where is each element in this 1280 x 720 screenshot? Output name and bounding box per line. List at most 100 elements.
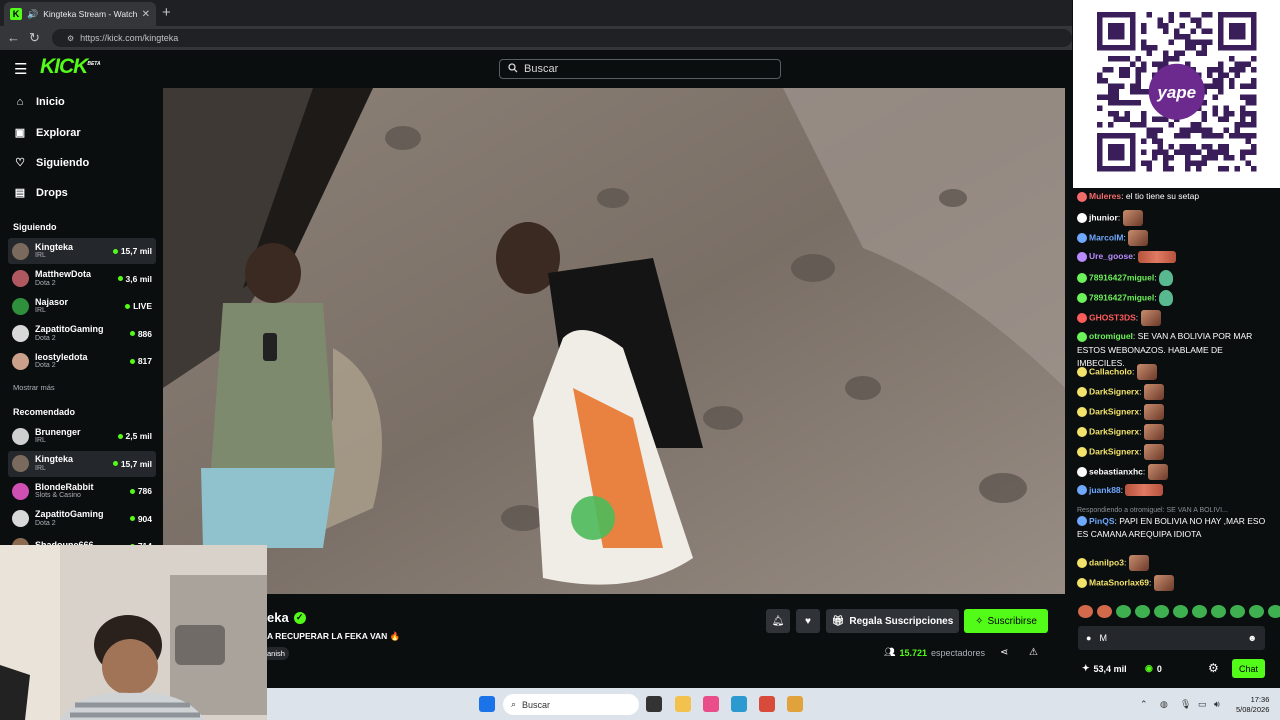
emote-icon[interactable]	[1173, 605, 1188, 618]
sidebar-channel-zapatitogaming[interactable]: ZapatitoGaming Dota 2 886	[8, 321, 156, 347]
tray-chevron-icon[interactable]: ⌃	[1140, 699, 1148, 710]
close-tab-icon[interactable]: ✕	[142, 9, 150, 20]
chat-emote-icon[interactable]	[1137, 250, 1176, 263]
file-explorer-icon[interactable]	[675, 696, 691, 712]
tray-app-icon[interactable]: ◍	[1160, 699, 1168, 710]
emote-icon[interactable]	[1116, 605, 1131, 618]
task-view-icon[interactable]	[646, 696, 662, 712]
chat-emote-icon[interactable]	[1122, 210, 1143, 226]
sidebar-channel-kingteka[interactable]: Kingteka IRL 15,7 mil	[8, 238, 156, 264]
chat-emote-icon[interactable]	[1158, 270, 1173, 286]
nav-explorar[interactable]: ▣ Explorar	[14, 126, 81, 140]
chat-username[interactable]: 78916427miguel	[1089, 292, 1154, 302]
sidebar-channel-matthewdota[interactable]: MatthewDota Dota 2 3,6 mil	[8, 266, 156, 292]
sidebar-channel-zapatitogaming[interactable]: ZapatitoGaming Dota 2 904	[8, 506, 156, 532]
chat-emote-icon[interactable]	[1147, 463, 1168, 480]
speaker-icon[interactable]: 🔊	[27, 9, 38, 20]
channel-points[interactable]: ✦ 53,4 mil	[1082, 663, 1127, 674]
chat-emote-icon[interactable]	[1125, 484, 1164, 497]
windows-start-icon[interactable]	[479, 696, 495, 712]
edge-icon[interactable]	[731, 696, 747, 712]
chat-username[interactable]: DarkSignerx	[1089, 426, 1139, 436]
channel-name: MatthewDota	[35, 269, 91, 280]
emote-icon[interactable]	[1211, 605, 1226, 618]
sidebar-channel-leostyledota[interactable]: leostyledota Dota 2 817	[8, 348, 156, 374]
chat-username[interactable]: 78916427miguel	[1089, 272, 1154, 282]
chat-emote-icon[interactable]	[1143, 423, 1164, 440]
nav-siguiendo[interactable]: ♡ Siguiendo	[14, 156, 89, 170]
sidebar-channel-brunenger[interactable]: Brunenger IRL 2,5 mil	[8, 423, 156, 449]
network-icon[interactable]: ▭	[1198, 699, 1207, 710]
system-clock[interactable]: 17:36 5/08/2026	[1236, 695, 1269, 715]
emote-icon[interactable]	[1268, 605, 1280, 618]
chat-emote-icon[interactable]	[1153, 575, 1174, 591]
report-warning-icon[interactable]: ⚠	[1029, 647, 1038, 658]
chat-emote-icon[interactable]	[1143, 443, 1164, 460]
show-more-link[interactable]: Mostrar más	[13, 383, 55, 392]
emoji-picker-icon[interactable]: ☻	[1248, 633, 1257, 643]
chat-username[interactable]: Muleres	[1089, 191, 1121, 201]
chat-send-button[interactable]: Chat	[1232, 659, 1265, 678]
emote-icon[interactable]	[1192, 605, 1207, 618]
reload-icon[interactable]: ↻	[29, 30, 40, 46]
emote-icon[interactable]	[1135, 605, 1150, 618]
chat-username[interactable]: DarkSignerx	[1089, 406, 1139, 416]
emote-icon[interactable]	[1230, 605, 1245, 618]
kick-logo[interactable]: KICKBETA	[40, 55, 101, 79]
chat-username[interactable]: juank88	[1089, 485, 1121, 495]
new-tab-icon[interactable]: +	[162, 4, 171, 21]
channel-name: ZapatitoGaming	[35, 324, 104, 335]
chat-emote-icon[interactable]	[1143, 383, 1164, 400]
emote-icon[interactable]	[1249, 605, 1264, 618]
chat-username[interactable]: danilpo3	[1089, 557, 1124, 567]
video-player[interactable]	[163, 88, 1065, 594]
chat-username[interactable]: Callacholo	[1089, 366, 1132, 376]
chat-username[interactable]: Ure_goose	[1089, 251, 1133, 261]
sidebar-channel-najasor[interactable]: Najasor IRL LIVE	[8, 293, 156, 319]
subscribe-button[interactable]: ✧ Suscribirse	[964, 609, 1048, 633]
chat-username[interactable]: otromiguel	[1089, 331, 1133, 341]
address-bar[interactable]: ⚙ https://kick.com/kingteka	[52, 29, 1072, 47]
sidebar-channel-blonderabbit[interactable]: BlondeRabbit Slots & Casino 786	[8, 478, 156, 504]
chat-username[interactable]: sebastianxhc	[1089, 466, 1143, 476]
chat-username[interactable]: MarcolM	[1089, 232, 1123, 242]
chat-username[interactable]: PinQS	[1089, 516, 1115, 526]
back-arrow-icon[interactable]: ←	[7, 30, 20, 45]
chat-username[interactable]: DarkSignerx	[1089, 446, 1139, 456]
chat-username[interactable]: jhunior	[1089, 212, 1118, 222]
chat-username[interactable]: GHOST3DS	[1089, 312, 1136, 322]
search-input[interactable]: Buscar	[499, 59, 781, 79]
chat-emote-icon[interactable]	[1143, 403, 1164, 420]
copilot-icon[interactable]	[703, 696, 719, 712]
share-icon[interactable]: ⋖	[1000, 647, 1008, 658]
volume-icon[interactable]: 🔊︎	[1214, 699, 1220, 710]
chrome-icon[interactable]	[787, 696, 803, 712]
microphone-icon[interactable]: 🎙︎	[1180, 699, 1191, 710]
yape-logo-text: yape	[1156, 83, 1196, 102]
notification-bell-button[interactable]: 🔔︎	[766, 609, 790, 633]
chat-emote-icon[interactable]	[1136, 363, 1157, 380]
emote-icon[interactable]	[1154, 605, 1169, 618]
kick-points[interactable]: ◉ 0	[1145, 663, 1162, 674]
chat-input[interactable]: ● M ☻	[1078, 626, 1265, 650]
sidebar-channel-kingteka[interactable]: Kingteka IRL 15,7 mil	[8, 450, 156, 477]
chat-settings-gear-icon[interactable]: ⚙	[1208, 661, 1219, 675]
follow-button[interactable]: ♥	[796, 609, 820, 633]
nav-drops[interactable]: ▤ Drops	[14, 186, 68, 200]
taskbar-search[interactable]: ⌕ Buscar	[503, 694, 639, 715]
chat-username[interactable]: DarkSignerx	[1089, 386, 1139, 396]
menu-hamburger-icon[interactable]: ☰	[14, 60, 27, 78]
emote-icon[interactable]	[1078, 605, 1093, 618]
chat-emote-icon[interactable]	[1140, 310, 1161, 326]
chat-emote-icon[interactable]	[1128, 555, 1149, 571]
chat-emote-icon[interactable]	[1158, 290, 1173, 306]
browser-tab[interactable]: K 🔊 Kingteka Stream - Watch Live ✕	[4, 2, 156, 26]
site-info-icon[interactable]: ⚙	[67, 34, 74, 43]
nav-inicio[interactable]: ⌂ Inicio	[14, 96, 65, 108]
gift-subs-button[interactable]: 🎁︎ Regala Suscripciones	[826, 609, 959, 633]
app-icon[interactable]	[759, 696, 775, 712]
chat-username[interactable]: MataSnorlax69	[1089, 577, 1149, 587]
emote-icon[interactable]	[1097, 605, 1112, 618]
chat-emote-icon[interactable]	[1128, 230, 1149, 246]
streamer-name[interactable]: eka ✓	[267, 610, 306, 625]
